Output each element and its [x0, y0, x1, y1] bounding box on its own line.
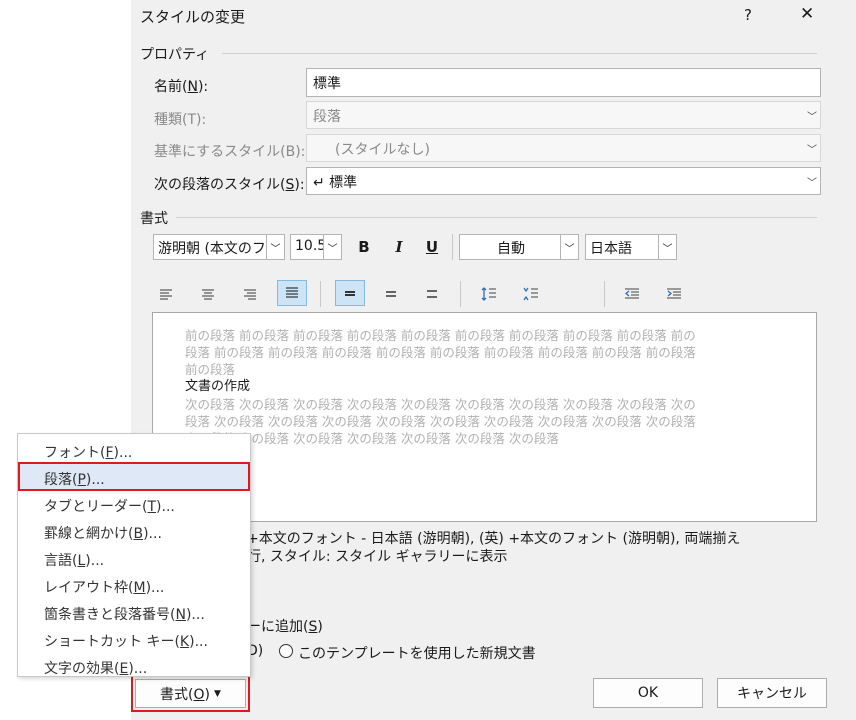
chevron-down-icon: ﹀ [807, 177, 817, 189]
menu-item-shortcut-key[interactable]: ショートカット キー(K)... [18, 627, 250, 653]
double-spacing-icon[interactable] [417, 281, 447, 307]
base-style-label: 基準にするスタイル(B): [154, 144, 306, 160]
ok-button[interactable]: OK [593, 678, 703, 708]
font-value: 游明朝 (本文のフ [158, 241, 266, 257]
type-value: 段落 [313, 109, 341, 125]
toolbar-separator [452, 234, 453, 260]
next-style-label: 次の段落のスタイル(S): [154, 177, 305, 193]
chevron-down-icon: ﹀ [323, 235, 341, 259]
preview-previous-line: 段落 前の段落 前の段落 前の段落 前の段落 前の段落 前の段落 前の段落 前の… [185, 345, 696, 360]
font-color-value: 自動 [497, 241, 525, 257]
dialog-title: スタイルの変更 [140, 8, 246, 26]
chevron-down-icon: ﹀ [658, 235, 676, 259]
toolbar-separator [320, 281, 321, 307]
font-color-select[interactable]: 自動 ﹀ [459, 234, 579, 260]
type-label: 種類(T): [154, 112, 207, 128]
preview-sample-text: 文書の作成 [185, 379, 251, 394]
font-size-value: 10.5 [295, 238, 327, 254]
style-preview: 前の段落 前の段落 前の段落 前の段落 前の段落 前の段落 前の段落 前の段落 … [152, 312, 817, 522]
radio-new-documents[interactable] [279, 644, 293, 658]
menu-item-text-effects[interactable]: 文字の効果(E)... [18, 654, 250, 680]
base-style-select[interactable]: (スタイルなし) ﹀ [306, 134, 821, 162]
font-size-select[interactable]: 10.5 ﹀ [290, 234, 342, 260]
underline-button[interactable]: U [421, 238, 443, 256]
font-select[interactable]: 游明朝 (本文のフ ﹀ [153, 234, 285, 260]
preview-next-line: 次の段落 次の段落 次の段落 次の段落 次の段落 次の段落 次の段落 次の段落 … [185, 397, 696, 412]
align-center-icon[interactable] [193, 281, 223, 307]
format-button-label: 書式(O) [160, 686, 211, 703]
align-right-icon[interactable] [235, 281, 265, 307]
preview-previous-line: 前の段落 [185, 362, 236, 377]
preview-previous-line: 前の段落 前の段落 前の段落 前の段落 前の段落 前の段落 前の段落 前の段落 … [185, 328, 696, 343]
decrease-indent-icon[interactable] [617, 281, 647, 307]
language-value: 日本語 [590, 241, 632, 257]
type-select[interactable]: 段落 ﹀ [306, 101, 821, 129]
space-before-icon[interactable] [474, 281, 504, 307]
properties-section-label: プロパティ [140, 47, 210, 63]
format-menu: フォント(F)... 段落(P)... タブとリーダー(T)... 罫線と網かけ… [17, 433, 251, 677]
space-after-icon[interactable] [516, 281, 546, 307]
menu-item-language[interactable]: 言語(L)... [18, 546, 250, 572]
one-half-spacing-icon[interactable] [376, 281, 406, 307]
name-label: 名前(N): [154, 79, 209, 95]
chevron-down-icon: ﹀ [560, 235, 578, 259]
radio-new-documents-label[interactable]: このテンプレートを使用した新規文書 [298, 643, 536, 663]
next-style-value: ↵ 標準 [313, 175, 358, 191]
style-description-line: +本文のフォント - 日本語 (游明朝), (英) +本文のフォント (游明朝)… [247, 531, 741, 547]
menu-item-numbering[interactable]: 箇条書きと段落番号(N)... [18, 600, 250, 626]
toolbar-separator [604, 281, 605, 307]
preview-next-line: 次の段落 次の段落 次の段落 次の段落 次の段落 次の段落 次の段落 [185, 431, 559, 446]
cancel-button[interactable]: キャンセル [717, 678, 827, 708]
style-description-line: 行, スタイル: スタイル ギャラリーに表示 [247, 549, 508, 565]
menu-item-paragraph[interactable]: 段落(P)... [18, 462, 250, 491]
align-left-icon[interactable] [151, 281, 181, 307]
menu-item-tabs[interactable]: タブとリーダー(T)... [18, 492, 250, 518]
name-field[interactable]: 標準 [306, 68, 821, 97]
chevron-down-icon: ﹀ [807, 111, 817, 123]
chevron-down-icon: ﹀ [807, 144, 817, 156]
toolbar-separator [460, 281, 461, 307]
help-button[interactable]: ? [744, 6, 752, 24]
formatting-divider [176, 217, 817, 218]
next-style-select[interactable]: ↵ 標準 ﹀ [306, 167, 821, 195]
formatting-section-label: 書式 [140, 211, 168, 227]
add-to-gallery-checkbox-label[interactable]: ーに追加(S) [247, 616, 323, 636]
menu-item-frame[interactable]: レイアウト枠(M)... [18, 573, 250, 599]
increase-indent-icon[interactable] [659, 281, 689, 307]
preview-text: 前の段落 前の段落 前の段落 前の段落 前の段落 前の段落 前の段落 前の段落 … [185, 327, 815, 447]
align-justify-icon[interactable] [277, 280, 307, 306]
chevron-down-icon: ﹀ [266, 235, 284, 259]
language-select[interactable]: 日本語 ﹀ [585, 234, 677, 260]
menu-item-font[interactable]: フォント(F)... [18, 438, 250, 464]
menu-item-borders[interactable]: 罫線と網かけ(B)... [18, 519, 250, 545]
single-spacing-icon[interactable] [335, 280, 365, 306]
italic-button[interactable]: I [388, 238, 410, 256]
base-style-value: (スタイルなし) [335, 142, 430, 158]
preview-next-line: 段落 次の段落 次の段落 次の段落 次の段落 次の段落 次の段落 次の段落 次の… [185, 414, 696, 429]
properties-divider [222, 53, 817, 54]
close-button[interactable]: ✕ [800, 4, 814, 24]
caret-down-icon: ▼ [214, 688, 221, 699]
format-button[interactable]: 書式(O) ▼ [135, 679, 246, 708]
bold-button[interactable]: B [353, 238, 375, 256]
